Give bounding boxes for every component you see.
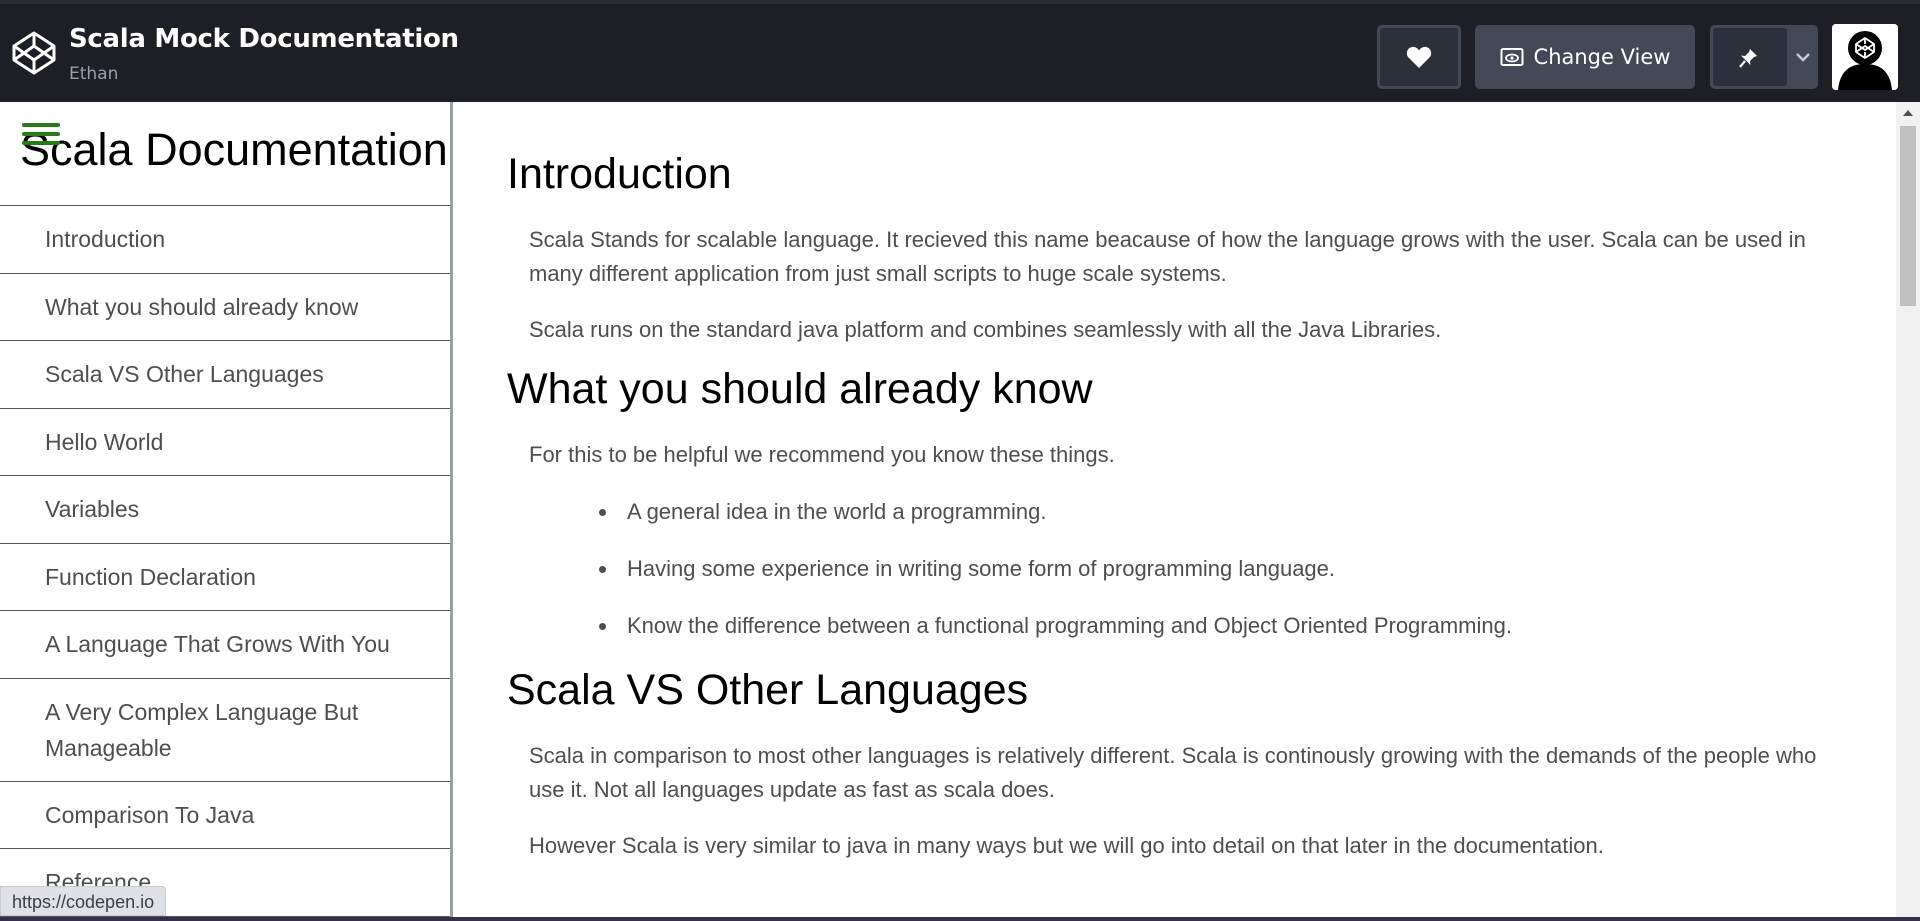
pin-button-group	[1710, 25, 1818, 89]
pen-author[interactable]: Ethan	[69, 64, 118, 84]
prerequisite-list: A general idea in the world a programmin…	[619, 495, 1893, 643]
nav-link-a-language-that-grows[interactable]: A Language That Grows With You	[0, 611, 450, 679]
section-title: Introduction	[507, 150, 732, 198]
section-title: Scala VS Other Languages	[507, 666, 1029, 714]
navbar-title: Scala Documentation	[20, 124, 448, 175]
paragraph: Scala runs on the standard java platform…	[529, 317, 1442, 342]
nav-link-what-you-should-already-know[interactable]: What you should already know	[0, 274, 450, 341]
eye-icon	[1500, 48, 1524, 66]
change-view-button[interactable]: Change View	[1475, 25, 1695, 89]
main-doc: Introduction Scala Stands for scalable l…	[456, 102, 1893, 917]
like-button[interactable]	[1377, 25, 1461, 89]
status-bar-url: https://codepen.io	[0, 886, 167, 916]
pin-dropdown-button[interactable]	[1788, 25, 1818, 89]
section-title: What you should already know	[507, 365, 1093, 413]
hamburger-menu-icon[interactable]	[22, 123, 60, 155]
user-avatar[interactable]	[1832, 24, 1898, 90]
nav-link-comparison-to-java[interactable]: Comparison To Java	[0, 782, 450, 849]
paragraph: However Scala is very similar to java in…	[529, 833, 1604, 858]
change-view-label: Change View	[1533, 45, 1671, 69]
nav-link-scala-vs-other-languages[interactable]: Scala VS Other Languages	[0, 341, 450, 409]
avatar-icon	[1832, 24, 1898, 90]
nav-link-introduction[interactable]: Introduction	[0, 206, 450, 274]
paragraph: Scala Stands for scalable language. It r…	[529, 227, 1806, 286]
main-scrollbar[interactable]	[1896, 102, 1920, 917]
pen-preview: Scala Documentation Introduction What yo…	[0, 102, 1920, 917]
navbar-header: Scala Documentation	[0, 102, 450, 206]
pin-button[interactable]	[1713, 28, 1787, 86]
paragraph: Scala in comparison to most other langua…	[529, 743, 1817, 802]
pen-title[interactable]: Scala Mock Documentation	[69, 24, 459, 54]
heart-icon	[1406, 46, 1432, 68]
codepen-logo-icon[interactable]	[10, 29, 58, 77]
nav-link-function-declaration[interactable]: Function Declaration	[0, 544, 450, 611]
section-what-you-should-already-know: What you should already know For this to…	[456, 347, 1893, 643]
scroll-up-arrow-icon[interactable]	[1903, 110, 1913, 116]
pin-icon	[1739, 46, 1757, 68]
section-introduction: Introduction Scala Stands for scalable l…	[456, 102, 1893, 347]
list-item: Having some experience in writing some f…	[619, 552, 1893, 586]
nav-link-hello-world[interactable]: Hello World	[0, 409, 450, 476]
paragraph: For this to be helpful we recommend you …	[529, 442, 1115, 467]
window-bottom-edge	[0, 917, 1920, 921]
documentation-navbar: Scala Documentation Introduction What yo…	[0, 102, 453, 917]
nav-link-complex-language[interactable]: A Very Complex Language But Manageable	[0, 679, 450, 782]
codepen-header: Scala Mock Documentation Ethan Change Vi…	[0, 0, 1920, 102]
list-item: A general idea in the world a programmin…	[619, 495, 1893, 529]
section-scala-vs-other-languages: Scala VS Other Languages Scala in compar…	[456, 666, 1893, 863]
scrollbar-thumb[interactable]	[1900, 126, 1916, 306]
list-item: Know the difference between a functional…	[619, 609, 1893, 643]
chevron-down-icon	[1796, 53, 1810, 62]
nav-link-variables[interactable]: Variables	[0, 476, 450, 544]
